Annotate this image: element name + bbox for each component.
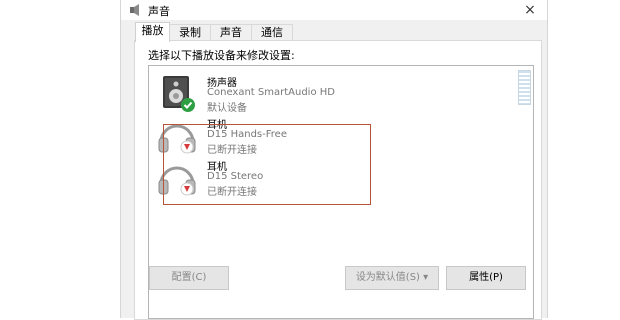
background-right (548, 0, 620, 318)
instruction-text: 选择以下播放设备来修改设置: (148, 49, 295, 62)
close-button[interactable]: × (519, 0, 541, 20)
scrollbar[interactable] (518, 70, 531, 105)
tab-playback[interactable]: 播放 (135, 22, 170, 42)
tab-communications[interactable]: 通信 (251, 24, 293, 41)
set-default-button[interactable]: 设为默认值(S) ▾ (345, 266, 439, 290)
annotation-highlight-box (163, 124, 371, 205)
dialog-title: 声音 (148, 5, 170, 18)
title-bar: 声音 × (121, 0, 547, 20)
device-status: 默认设备 (207, 103, 247, 114)
tab-recording[interactable]: 录制 (169, 24, 211, 41)
sound-dialog: 声音 × 播放 录制 声音 通信 选择以下播放设备来修改设置: 扬声器 Cone… (121, 0, 547, 320)
speaker-icon (130, 4, 139, 16)
tab-sounds[interactable]: 声音 (210, 24, 252, 41)
list-item-speaker[interactable]: 扬声器 Conexant SmartAudio HD 默认设备 (155, 74, 495, 114)
properties-button[interactable]: 属性(P) (446, 266, 526, 290)
speaker-icon (163, 76, 195, 112)
configure-button[interactable]: 配置(C) (149, 266, 229, 290)
device-description: Conexant SmartAudio HD (207, 87, 335, 98)
background-left (0, 0, 119, 318)
